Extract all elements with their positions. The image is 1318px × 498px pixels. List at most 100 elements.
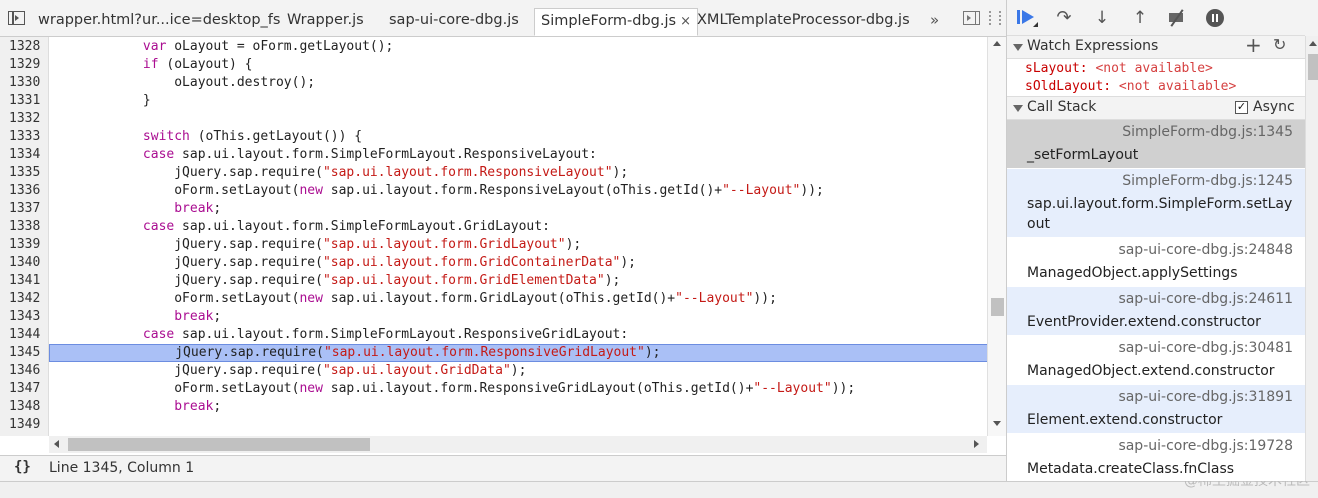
expand-arrow-icon	[1013, 105, 1023, 112]
watch-name: sOldLayout:	[1025, 79, 1112, 94]
pause-on-exceptions-button[interactable]	[1206, 9, 1224, 27]
sidebar-scrollbar[interactable]	[1305, 36, 1318, 481]
section-title: Watch Expressions	[1027, 38, 1159, 54]
code-line[interactable]	[49, 416, 988, 434]
call-frame[interactable]: sap-ui-core-dbg.js:24611 EventProvider.e…	[1007, 287, 1305, 336]
line-number[interactable]: 1350	[9, 434, 45, 436]
add-icon[interactable]: +	[1245, 33, 1262, 57]
line-number[interactable]: 1344	[9, 326, 45, 344]
code-line[interactable]: var oLayout = oForm.getLayout();	[49, 38, 988, 56]
code-line[interactable]: }	[49, 92, 988, 110]
code-line[interactable]: break;	[49, 308, 988, 326]
close-icon[interactable]: ×	[680, 14, 691, 29]
watch-item[interactable]: sLayout: <not available>	[1025, 61, 1213, 76]
scroll-up-icon[interactable]	[993, 41, 1001, 46]
code-editor[interactable]: 1328 1329 1330 1331 1332 1333 1334 1335 1336 1337…	[0, 37, 988, 436]
editor-horizontal-scrollbar[interactable]	[49, 436, 987, 453]
code-line[interactable]: break;	[49, 200, 988, 218]
tab-overflow-icon[interactable]: »	[930, 11, 939, 29]
tab-wrapper-html[interactable]: wrapper.html?ur...ice=desktop_fs	[38, 8, 280, 35]
call-stack-header[interactable]: Call Stack ✓ Async	[1007, 96, 1305, 120]
code-line[interactable]: jQuery.sap.require("sap.ui.layout.form.R…	[49, 164, 988, 182]
line-number[interactable]: 1333	[9, 128, 45, 146]
scroll-right-icon[interactable]	[974, 440, 979, 448]
code-line[interactable]: jQuery.sap.require("sap.ui.layout.form.G…	[49, 254, 988, 272]
line-number[interactable]: 1332	[9, 110, 45, 128]
line-number[interactable]: 1338	[9, 218, 45, 236]
scrollbar-thumb[interactable]	[991, 298, 1004, 316]
call-frame[interactable]: sap-ui-core-dbg.js:24848 ManagedObject.a…	[1007, 238, 1305, 287]
tab-label: SimpleForm-dbg.js	[541, 13, 677, 29]
line-number[interactable]: 1341	[9, 272, 45, 290]
scroll-down-icon[interactable]	[993, 421, 1001, 426]
code-line[interactable]: case sap.ui.layout.form.SimpleFormLayout…	[49, 146, 988, 164]
frame-function: Element.extend.constructor	[1027, 412, 1223, 428]
line-number[interactable]: 1337	[9, 200, 45, 218]
code-line[interactable]: break;	[49, 398, 988, 416]
call-frame[interactable]: sap-ui-core-dbg.js:30481 ManagedObject.e…	[1007, 336, 1305, 385]
splitter-handle[interactable]	[989, 11, 1001, 25]
line-number[interactable]: 1328	[9, 38, 45, 56]
frame-location: sap-ui-core-dbg.js:31891	[1118, 389, 1293, 405]
line-number[interactable]: 1329	[9, 56, 45, 74]
line-number[interactable]: 1343	[9, 308, 45, 326]
call-frame[interactable]: sap-ui-core-dbg.js:31891 Element.extend.…	[1007, 385, 1305, 434]
code-line[interactable]: case sap.ui.layout.form.SimpleFormLayout…	[49, 218, 988, 236]
scroll-up-icon[interactable]	[1309, 41, 1317, 46]
async-checkbox[interactable]: ✓	[1235, 101, 1248, 114]
code-line[interactable]: if (oLayout) {	[49, 56, 988, 74]
resume-button[interactable]	[1017, 8, 1039, 28]
code-line[interactable]: jQuery.sap.require("sap.ui.layout.form.G…	[49, 272, 988, 290]
frame-location: SimpleForm-dbg.js:1245	[1122, 173, 1293, 189]
section-title: Call Stack	[1027, 99, 1097, 115]
line-number[interactable]: 1335	[9, 164, 45, 182]
call-frame[interactable]: sap-ui-core-dbg.js:19728 Metadata.create…	[1007, 434, 1305, 481]
code-line[interactable]: case sap.ui.layout.form.SimpleFormLayout…	[49, 326, 988, 344]
line-number[interactable]: 1331	[9, 92, 45, 110]
scrollbar-thumb[interactable]	[1308, 54, 1318, 80]
tab-wrapper-js[interactable]: Wrapper.js	[287, 8, 364, 35]
line-number[interactable]: 1340	[9, 254, 45, 272]
code-line[interactable]	[49, 110, 988, 128]
line-number[interactable]: 1347	[9, 380, 45, 398]
line-number[interactable]: 1336	[9, 182, 45, 200]
line-number[interactable]: 1330	[9, 74, 45, 92]
code-line[interactable]: switch (oThis.getLayout()) {	[49, 128, 988, 146]
navigator-toggle-icon[interactable]	[8, 11, 25, 25]
debugger-sidebar-toggle-icon[interactable]	[963, 11, 980, 25]
resume-icon	[1017, 10, 1020, 24]
code-line[interactable]: jQuery.sap.require("sap.ui.layout.GridDa…	[49, 362, 988, 380]
line-number[interactable]: 1346	[9, 362, 45, 380]
line-number[interactable]: 1334	[9, 146, 45, 164]
editor-vertical-scrollbar[interactable]	[987, 37, 1007, 436]
call-frame[interactable]: SimpleForm-dbg.js:1245 sap.ui.layout.for…	[1007, 169, 1305, 238]
step-into-button[interactable]: ↓	[1091, 8, 1113, 28]
code-line[interactable]: jQuery.sap.require("sap.ui.layout.form.G…	[49, 236, 988, 254]
line-number[interactable]: 1345	[9, 344, 45, 362]
line-number[interactable]: 1339	[9, 236, 45, 254]
code-line[interactable]: oForm.setLayout(new sap.ui.layout.form.G…	[49, 290, 988, 308]
tab-sap-ui-core-dbg[interactable]: sap-ui-core-dbg.js	[389, 8, 519, 35]
deactivate-breakpoints-button[interactable]	[1167, 8, 1189, 28]
code-line[interactable]: oForm.setLayout(new sap.ui.layout.form.R…	[49, 182, 988, 200]
current-execution-line[interactable]: jQuery.sap.require("sap.ui.layout.form.R…	[49, 344, 988, 362]
watch-item[interactable]: sOldLayout: <not available>	[1025, 79, 1236, 94]
call-frame[interactable]: SimpleForm-dbg.js:1345 _setFormLayout	[1007, 120, 1305, 169]
step-out-button[interactable]: ↑	[1129, 8, 1151, 28]
scroll-left-icon[interactable]	[54, 440, 59, 448]
code-line[interactable]: oLayout.destroy();	[49, 74, 988, 92]
line-number[interactable]: 1348	[9, 398, 45, 416]
line-number[interactable]: 1342	[9, 290, 45, 308]
step-over-button[interactable]: ↷	[1053, 8, 1075, 28]
scrollbar-thumb[interactable]	[68, 438, 370, 451]
editor-tab-bar: wrapper.html?ur...ice=desktop_fs Wrapper…	[0, 0, 1006, 37]
code-line[interactable]: oForm.setLayout(new sap.ui.layout.form.R…	[49, 380, 988, 398]
watch-expressions-header[interactable]: Watch Expressions + ↻	[1007, 33, 1305, 59]
line-number-gutter[interactable]: 1328 1329 1330 1331 1332 1333 1334 1335 1336 1337…	[0, 37, 49, 436]
pretty-print-button[interactable]: {}	[14, 459, 31, 475]
line-number[interactable]: 1349	[9, 416, 45, 434]
refresh-icon[interactable]: ↻	[1273, 35, 1286, 54]
tab-xmltemplateprocessor-dbg[interactable]: XMLTemplateProcessor-dbg.js	[697, 8, 910, 35]
tab-simpleform-dbg[interactable]: SimpleForm-dbg.js ×	[534, 8, 698, 36]
frame-location: sap-ui-core-dbg.js:24611	[1118, 291, 1293, 307]
